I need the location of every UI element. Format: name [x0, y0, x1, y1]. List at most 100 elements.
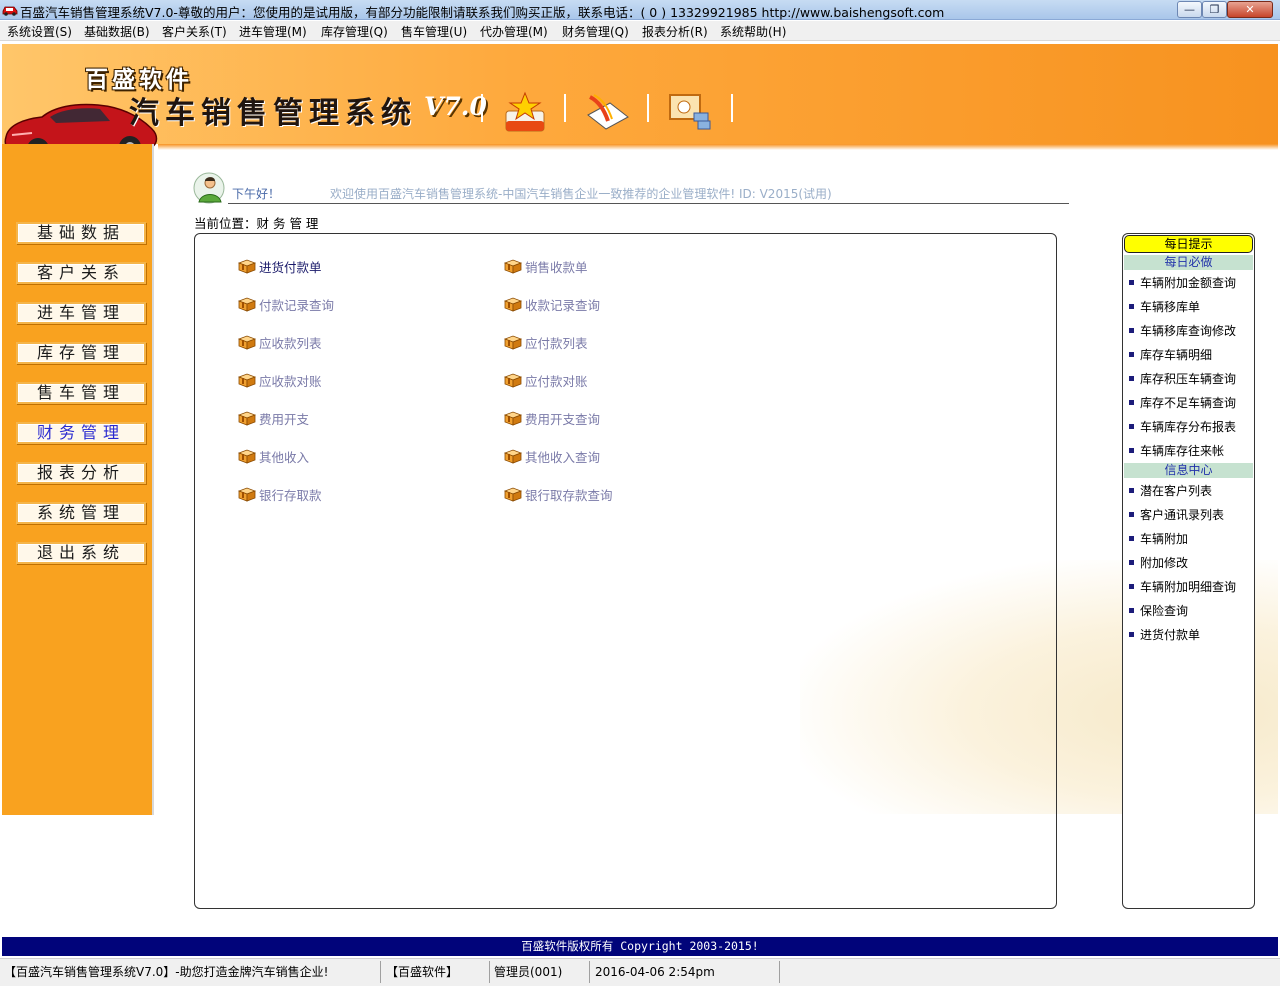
left-navigation: 基础数据 客户关系 进车管理 库存管理 售车管理 财务管理 报表分析 系统管理 … — [2, 144, 154, 815]
tip-link[interactable]: 车辆移库单 — [1127, 298, 1253, 314]
menu-agency-management[interactable]: 代办管理(M) — [480, 23, 548, 40]
menu-customer-relations[interactable]: 客户关系(T) — [162, 23, 227, 40]
box-icon — [504, 449, 522, 464]
function-label: 应付款对账 — [525, 374, 588, 389]
tip-link[interactable]: 保险查询 — [1127, 602, 1253, 618]
greeting-divider — [228, 203, 1069, 204]
copyright-footer: 百盛软件版权所有 Copyright 2003-2015! — [2, 937, 1278, 956]
toolbar-separator — [731, 94, 733, 122]
tip-label: 库存车辆明细 — [1140, 348, 1213, 362]
nav-finance-management[interactable]: 财务管理 — [16, 422, 146, 444]
tip-label: 车辆移库单 — [1140, 300, 1201, 314]
menu-system-settings[interactable]: 系统设置(S) — [7, 23, 72, 40]
nav-system-management[interactable]: 系统管理 — [16, 502, 146, 524]
window-title: 百盛汽车销售管理系统V7.0-尊敬的用户：您使用的是试用版，有部分功能限制请联系… — [20, 5, 945, 20]
tip-link[interactable]: 车辆附加金额查询 — [1127, 274, 1253, 290]
function-label: 应收款列表 — [259, 336, 322, 351]
function-label: 费用开支查询 — [525, 412, 601, 427]
box-icon — [238, 411, 256, 426]
menu-basic-data[interactable]: 基础数据(B) — [84, 23, 150, 40]
tip-label: 客户通讯录列表 — [1140, 508, 1225, 522]
nav-basic-data[interactable]: 基础数据 — [16, 222, 146, 244]
bullet-icon — [1129, 352, 1134, 357]
bullet-icon — [1129, 488, 1134, 493]
tip-link[interactable]: 车辆移库查询修改 — [1127, 322, 1253, 338]
function-panel — [194, 233, 1057, 909]
tip-link[interactable]: 潜在客户列表 — [1127, 482, 1253, 498]
function-label: 其他收入 — [259, 450, 310, 465]
function-label: 收款记录查询 — [525, 298, 601, 313]
menu-report-analysis[interactable]: 报表分析(R) — [642, 23, 708, 40]
daily-tips-panel: 每日提示 每日必做 车辆附加金额查询车辆移库单车辆移库查询修改 库存车辆明细库存积… — [1122, 233, 1255, 909]
box-icon — [238, 259, 256, 274]
tip-link[interactable]: 客户通讯录列表 — [1127, 506, 1253, 522]
header-shadow — [158, 144, 1278, 150]
bullet-icon — [1129, 328, 1134, 333]
tip-label: 车辆库存分布报表 — [1140, 420, 1237, 434]
tip-label: 车辆附加 — [1140, 532, 1189, 546]
bullet-icon — [1129, 608, 1134, 613]
minimize-button[interactable]: — — [1177, 1, 1202, 18]
daily-tips-title: 每日提示 — [1124, 235, 1253, 253]
bullet-icon — [1129, 376, 1134, 381]
star-note-icon[interactable] — [502, 91, 548, 133]
car-app-icon — [2, 6, 18, 16]
tip-link[interactable]: 车辆附加 — [1127, 530, 1253, 546]
function-label: 银行取存款查询 — [525, 488, 613, 503]
tip-label: 保险查询 — [1140, 604, 1189, 618]
tip-label: 潜在客户列表 — [1140, 484, 1213, 498]
function-label: 费用开支 — [259, 412, 310, 427]
nav-inventory-management[interactable]: 库存管理 — [16, 342, 146, 364]
nav-sales-management[interactable]: 售车管理 — [16, 382, 146, 404]
tip-link[interactable]: 车辆库存分布报表 — [1127, 418, 1253, 434]
section-daily-tasks: 每日必做 — [1124, 255, 1253, 270]
greeting-text: 下午好！ — [232, 187, 281, 201]
box-icon — [238, 335, 256, 350]
tip-link[interactable]: 车辆库存往来帐 — [1127, 442, 1253, 458]
menu-system-help[interactable]: 系统帮助(H) — [720, 23, 786, 40]
tip-link[interactable]: 附加修改 — [1127, 554, 1253, 570]
maximize-button[interactable]: ❐ — [1202, 1, 1227, 18]
nav-report-analysis[interactable]: 报表分析 — [16, 462, 146, 484]
function-label: 销售收款单 — [525, 260, 588, 275]
function-label: 应收款对账 — [259, 374, 322, 389]
tip-label: 库存积压车辆查询 — [1140, 372, 1237, 386]
close-icon: ✕ — [1245, 3, 1255, 16]
function-label: 付款记录查询 — [259, 298, 335, 313]
tip-link[interactable]: 库存车辆明细 — [1127, 346, 1253, 362]
presentation-icon[interactable] — [668, 91, 714, 133]
product-version: V7.0 — [424, 92, 487, 121]
bullet-icon — [1129, 536, 1134, 541]
tip-link[interactable]: 库存不足车辆查询 — [1127, 394, 1253, 410]
box-icon — [504, 411, 522, 426]
bullet-icon — [1129, 560, 1134, 565]
toolbar-separator — [564, 94, 566, 122]
nav-purchase-management[interactable]: 进车管理 — [16, 302, 146, 324]
status-user: 管理员(001) — [494, 965, 563, 979]
menu-inventory-management[interactable]: 库存管理(Q) — [321, 23, 388, 40]
tip-link[interactable]: 进货付款单 — [1127, 626, 1253, 642]
box-icon — [238, 297, 256, 312]
status-app: 【百盛汽车销售管理系统V7.0】-助您打造金牌汽车销售企业! — [4, 965, 329, 979]
close-button[interactable]: ✕ — [1227, 1, 1273, 18]
tip-label: 车辆移库查询修改 — [1140, 324, 1237, 338]
box-icon — [504, 335, 522, 350]
notebook-pen-icon[interactable] — [584, 91, 630, 133]
maximize-icon: ❐ — [1209, 3, 1220, 16]
menu-purchase-management[interactable]: 进车管理(M) — [239, 23, 307, 40]
tip-link[interactable]: 库存积压车辆查询 — [1127, 370, 1253, 386]
tip-label: 车辆库存往来帐 — [1140, 444, 1225, 458]
menu-sales-management[interactable]: 售车管理(U) — [401, 23, 467, 40]
toolbar-separator — [481, 94, 483, 122]
tip-link[interactable]: 车辆附加明细查询 — [1127, 578, 1253, 594]
bullet-icon — [1129, 304, 1134, 309]
tip-label: 附加修改 — [1140, 556, 1189, 570]
status-divider — [589, 961, 590, 983]
nav-exit-system[interactable]: 退出系统 — [16, 542, 146, 564]
bullet-icon — [1129, 448, 1134, 453]
menu-finance-management[interactable]: 财务管理(Q) — [562, 23, 629, 40]
nav-customer-relations[interactable]: 客户关系 — [16, 262, 146, 284]
status-company: 【百盛软件】 — [386, 965, 459, 979]
product-name: 汽车销售管理系统 — [129, 96, 417, 131]
box-icon — [238, 373, 256, 388]
